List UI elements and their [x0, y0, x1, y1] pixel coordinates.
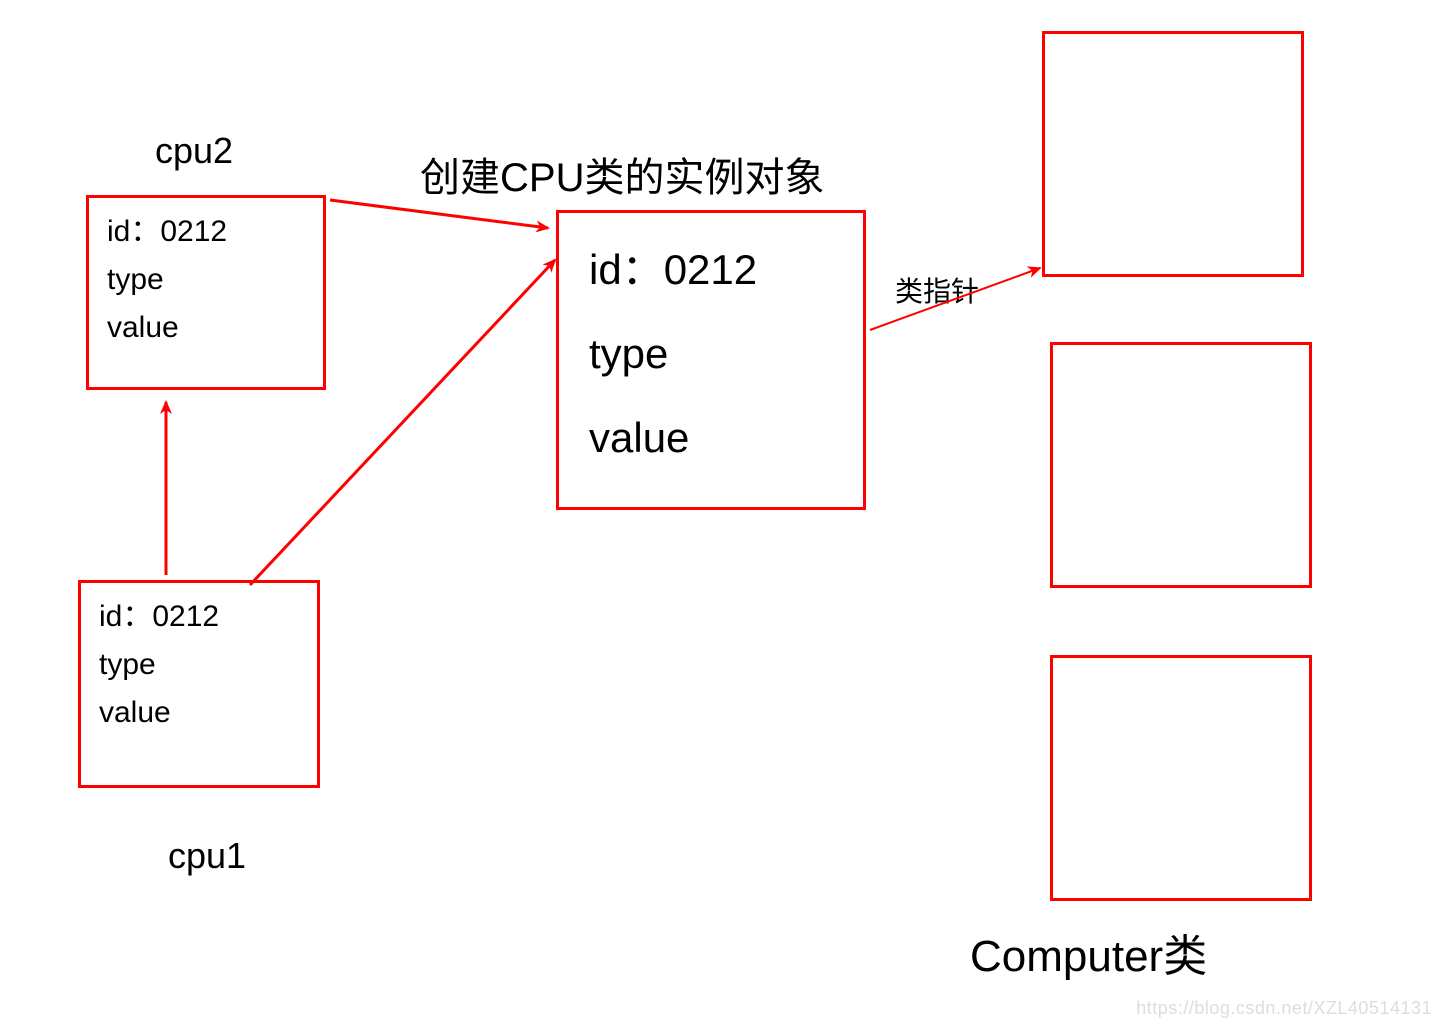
computer-class-label: Computer类: [970, 920, 1207, 984]
cpu-class-box: [1042, 31, 1304, 277]
cpu2-box: id：0212 type value: [86, 195, 326, 390]
class-pointer-label: 类指针: [895, 270, 979, 310]
watermark: https://blog.csdn.net/XZL40514131: [1136, 998, 1432, 1019]
instance-fields: id：0212 type value: [559, 213, 863, 495]
cpu2-id: id：0212: [107, 208, 305, 256]
instance-id: id：0212: [589, 228, 833, 312]
arrow-cpu2-to-instance: [330, 200, 548, 228]
cpu2-fields: id：0212 type value: [89, 198, 323, 362]
instance-type: type: [589, 312, 833, 396]
instance-title: 创建CPU类的实例对象: [420, 145, 824, 203]
cpu1-fields: id：0212 type value: [81, 583, 317, 747]
computer-class-box: [1050, 655, 1312, 901]
cpu2-type: type: [107, 256, 305, 304]
cpu1-label: cpu1: [168, 835, 246, 877]
disk-class-box: [1050, 342, 1312, 588]
cpu2-label: cpu2: [155, 130, 233, 172]
instance-box: id：0212 type value: [556, 210, 866, 510]
cpu1-value: value: [99, 689, 299, 737]
cpu1-box: id：0212 type value: [78, 580, 320, 788]
cpu2-value: value: [107, 304, 305, 352]
cpu1-id: id：0212: [99, 593, 299, 641]
instance-value: value: [589, 396, 833, 480]
cpu1-type: type: [99, 641, 299, 689]
